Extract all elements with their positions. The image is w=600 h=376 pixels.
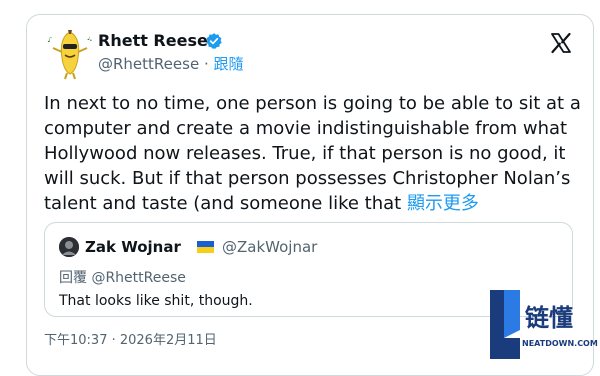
quote-author-handle[interactable]: @ZakWojnar — [222, 238, 317, 256]
author-avatar[interactable]: ♪ ♫ — [44, 28, 96, 80]
show-more-link[interactable]: 顯示更多 — [407, 193, 479, 214]
person-photo-icon — [59, 237, 79, 257]
svg-text:♫: ♫ — [86, 33, 93, 42]
x-logo-icon[interactable] — [549, 31, 573, 55]
quote-author-avatar[interactable] — [59, 237, 79, 257]
author-handle-row: @RhettReese · 跟隨 — [98, 53, 244, 74]
quote-author-name[interactable]: Zak Wojnar — [85, 238, 181, 256]
verified-badge-icon — [206, 33, 222, 49]
tweet-timestamp[interactable]: 下午10:37 · 2026年2月11日 — [44, 329, 217, 348]
reply-context: 回覆 @RhettReese — [59, 270, 186, 286]
banana-character-icon: ♪ ♫ — [47, 30, 93, 80]
tweet-text: In next to no time, one person is going … — [44, 93, 581, 214]
watermark-url: NEATDOWN.COM — [522, 339, 598, 348]
ukraine-flag-icon — [197, 241, 214, 253]
watermark-brand: 链懂 — [525, 304, 573, 332]
author-handle[interactable]: @RhettReese — [98, 55, 199, 73]
svg-text:♪: ♪ — [47, 35, 52, 44]
follow-link[interactable]: 跟隨 — [213, 55, 243, 73]
tweet-body: In next to no time, one person is going … — [44, 91, 584, 216]
quote-text: That looks like shit, though. — [59, 293, 253, 309]
author-name[interactable]: Rhett Reese — [98, 31, 208, 50]
separator-dot: · — [199, 55, 214, 73]
